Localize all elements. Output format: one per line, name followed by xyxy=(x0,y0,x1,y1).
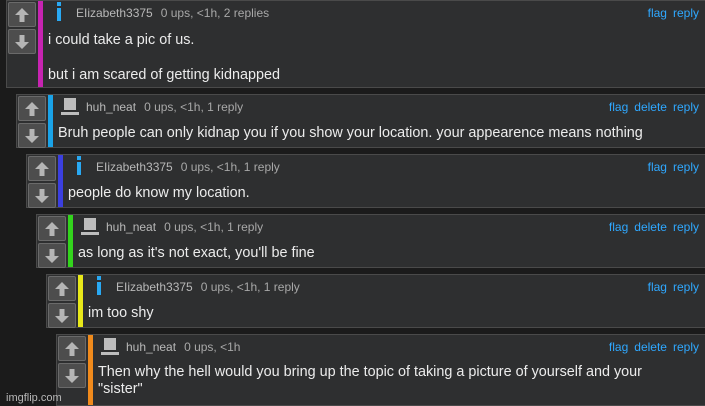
comment-text: but i am scared of getting kidnapped xyxy=(48,67,280,83)
delete-link[interactable]: delete xyxy=(634,340,667,354)
reply-link[interactable]: reply xyxy=(673,220,699,234)
delete-link[interactable]: delete xyxy=(634,220,667,234)
comment: EIizabeth3375 0 ups, <1h, 1 reply flag rep… xyxy=(46,274,705,328)
down-arrow-icon xyxy=(45,248,59,263)
username-link[interactable]: huh_neat xyxy=(86,100,136,114)
reply-link[interactable]: reply xyxy=(673,100,699,114)
reply-link[interactable]: reply xyxy=(673,160,699,174)
up-arrow-icon xyxy=(35,161,49,176)
comment: huh_neat 0 ups, <1h, 1 reply flag delete re… xyxy=(36,214,705,268)
username-link[interactable]: EIizabeth3375 xyxy=(76,6,153,20)
comment-actions: flag reply xyxy=(642,280,699,294)
downvote-button[interactable] xyxy=(28,183,56,208)
user-avatar-icon[interactable] xyxy=(61,96,79,116)
comment-text: i could take a pic of us. xyxy=(48,32,195,48)
comment-text: as long as it's not exact, you'll be fin… xyxy=(78,245,315,261)
downvote-button[interactable] xyxy=(8,29,36,54)
comment-actions: flag delete reply xyxy=(603,220,699,234)
comment-meta: EIizabeth3375 0 ups, <1h, 1 reply xyxy=(116,280,300,294)
downvote-button[interactable] xyxy=(58,363,86,388)
vote-buttons xyxy=(58,336,88,390)
up-arrow-icon xyxy=(55,281,69,296)
flag-link[interactable]: flag xyxy=(648,280,667,294)
comment-meta: huh_neat 0 ups, <1h, 1 reply xyxy=(86,100,243,114)
user-avatar-icon[interactable] xyxy=(101,336,119,356)
thread-bar xyxy=(58,155,63,207)
downvote-button[interactable] xyxy=(38,243,66,268)
down-arrow-icon xyxy=(15,34,29,49)
reply-link[interactable]: reply xyxy=(673,280,699,294)
down-arrow-icon xyxy=(55,308,69,323)
delete-link[interactable]: delete xyxy=(634,100,667,114)
info-avatar-icon[interactable] xyxy=(91,276,109,296)
username-link[interactable]: EIizabeth3375 xyxy=(96,160,173,174)
comment-text: people do know my location. xyxy=(68,185,250,201)
comment-actions: flag reply xyxy=(642,160,699,174)
vote-buttons xyxy=(28,156,58,210)
thread-bar xyxy=(48,95,53,147)
flag-link[interactable]: flag xyxy=(648,160,667,174)
comment-text: Then why the hell would you bring up the… xyxy=(98,364,642,397)
comment-stats: 0 ups, <1h, 1 reply xyxy=(200,280,300,294)
thread-bar xyxy=(68,215,73,267)
down-arrow-icon xyxy=(65,368,79,383)
up-arrow-icon xyxy=(25,101,39,116)
comment-stats: 0 ups, <1h xyxy=(184,340,241,354)
up-arrow-icon xyxy=(15,7,29,22)
comment-text: Bruh people can only kidnap you if you s… xyxy=(58,125,643,141)
comment-actions: flag delete reply xyxy=(603,100,699,114)
comment-meta: huh_neat 0 ups, <1h xyxy=(126,340,240,354)
comment: EIizabeth3375 0 ups, <1h, 1 reply flag rep… xyxy=(26,154,705,208)
flag-link[interactable]: flag xyxy=(609,340,628,354)
vote-buttons xyxy=(38,216,68,270)
upvote-button[interactable] xyxy=(48,276,76,301)
comment: EIizabeth3375 0 ups, <1h, 2 replies flag r… xyxy=(6,0,705,88)
downvote-button[interactable] xyxy=(18,123,46,148)
comment-meta: EIizabeth3375 0 ups, <1h, 1 reply xyxy=(96,160,280,174)
vote-buttons xyxy=(48,276,78,330)
upvote-button[interactable] xyxy=(28,156,56,181)
upvote-button[interactable] xyxy=(38,216,66,241)
flag-link[interactable]: flag xyxy=(648,6,667,20)
comment-stats: 0 ups, <1h, 1 reply xyxy=(180,160,280,174)
comment-stats: 0 ups, <1h, 1 reply xyxy=(164,220,264,234)
upvote-button[interactable] xyxy=(8,2,36,27)
username-link[interactable]: huh_neat xyxy=(126,340,176,354)
up-arrow-icon xyxy=(45,221,59,236)
reply-link[interactable]: reply xyxy=(673,340,699,354)
username-link[interactable]: EIizabeth3375 xyxy=(116,280,193,294)
watermark: imgflip.com xyxy=(6,392,62,404)
comment-stats: 0 ups, <1h, 2 replies xyxy=(160,6,270,20)
comment-actions: flag delete reply xyxy=(603,340,699,354)
comment-stats: 0 ups, <1h, 1 reply xyxy=(144,100,244,114)
vote-buttons xyxy=(8,2,38,56)
comment-meta: huh_neat 0 ups, <1h, 1 reply xyxy=(106,220,263,234)
reply-link[interactable]: reply xyxy=(673,6,699,20)
username-link[interactable]: huh_neat xyxy=(106,220,156,234)
down-arrow-icon xyxy=(35,188,49,203)
comment-meta: EIizabeth3375 0 ups, <1h, 2 replies xyxy=(76,6,269,20)
comment-text: im too shy xyxy=(88,305,154,321)
info-avatar-icon[interactable] xyxy=(51,2,69,22)
comment: huh_neat 0 ups, <1h flag delete reply Then … xyxy=(56,334,705,406)
up-arrow-icon xyxy=(65,341,79,356)
downvote-button[interactable] xyxy=(48,303,76,328)
flag-link[interactable]: flag xyxy=(609,220,628,234)
flag-link[interactable]: flag xyxy=(609,100,628,114)
vote-buttons xyxy=(18,96,48,150)
user-avatar-icon[interactable] xyxy=(81,216,99,236)
upvote-button[interactable] xyxy=(18,96,46,121)
comment: huh_neat 0 ups, <1h, 1 reply flag delete re… xyxy=(16,94,705,148)
down-arrow-icon xyxy=(25,128,39,143)
thread-bar xyxy=(78,275,83,327)
info-avatar-icon[interactable] xyxy=(71,156,89,176)
thread-bar xyxy=(38,1,43,87)
comment-actions: flag reply xyxy=(642,6,699,20)
thread-bar xyxy=(88,335,93,405)
upvote-button[interactable] xyxy=(58,336,86,361)
